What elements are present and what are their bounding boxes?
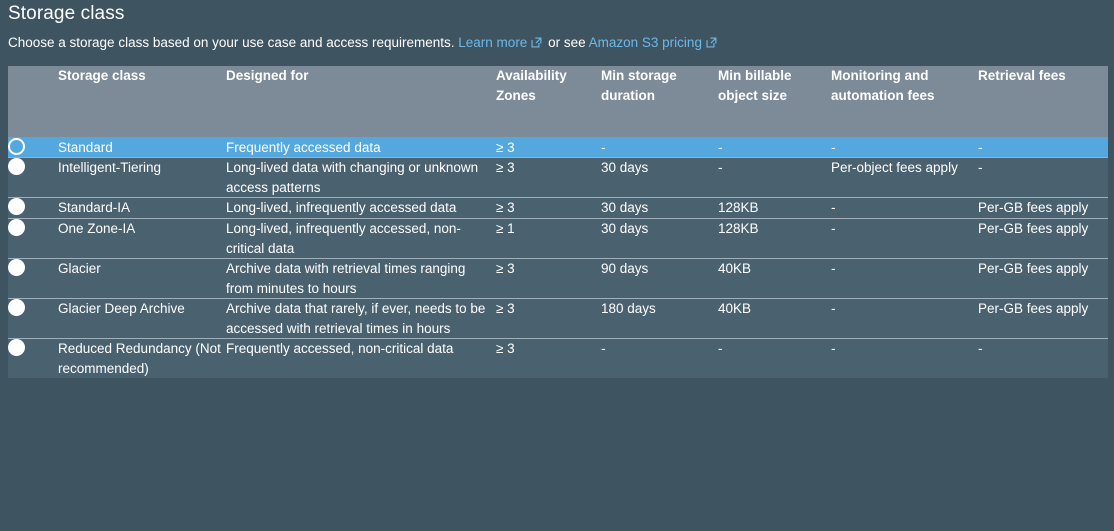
cell-min-billable-object-size: 128KB [718,197,831,219]
cell-min-storage-duration: - [601,139,606,155]
cell-min-billable-object-size: - [718,157,831,198]
cell-retrieval-fees: Per-GB fees apply [978,298,1108,339]
table-row[interactable]: Standard-IA Long-lived, infrequently acce… [8,197,1108,219]
cell-monitoring-and-automation-fees: - [831,258,978,299]
cell-min-storage-duration: 30 days [601,197,718,219]
cell-designed-for: Archive data with retrieval times rangin… [226,258,496,299]
storage-class-page: Storage class Choose a storage class bas… [0,0,1114,531]
cell-storage-class: Reduced Redundancy (Not recommended) [58,338,226,379]
cell-min-storage-duration: 180 days [601,298,718,339]
cell-monitoring-and-automation-fees: - [831,338,978,379]
cell-designed-for: Frequently accessed, non-critical data [226,338,496,379]
cell-retrieval-fees: Per-GB fees apply [978,217,1108,259]
cell-storage-class: Glacier Deep Archive [58,298,226,339]
description-text: Choose a storage class based on your use… [8,35,455,50]
column-header-designed-for: Designed for [226,68,309,84]
radio-button[interactable] [8,299,25,317]
cell-availability-zones: ≥ 3 [496,338,601,379]
cell-min-billable-object-size: - [718,338,831,379]
column-header-monitoring-and-automation-fees: Monitoring and automation fees [831,68,935,103]
column-header-availability-zones: Availability Zones [496,68,567,103]
radio-cell[interactable] [8,298,58,339]
radio-button[interactable] [8,259,25,277]
cell-storage-class: Glacier [58,258,226,299]
column-header-min-billable-object-size: Min billable object size [718,68,792,103]
table-row[interactable]: Glacier Archive data with retrieval times… [8,258,1108,299]
cell-designed-for: Long-lived, infrequently accessed, non-c… [226,217,496,259]
column-header-storage-class: Storage class [58,68,146,84]
cell-monitoring-and-automation-fees: - [831,298,978,339]
cell-min-billable-object-size: 40KB [718,298,831,339]
table-row[interactable]: Glacier Deep Archive Archive data that ra… [8,298,1108,339]
table-body: Standard Frequently accessed data ≥ 3----I… [8,137,1108,379]
cell-storage-class: Standard [58,139,113,155]
radio-button[interactable] [8,158,25,176]
cell-min-billable-object-size: 40KB [718,258,831,299]
page-title: Storage class [8,3,125,24]
external-link-icon [530,36,543,53]
cell-availability-zones: ≥ 1 [496,217,601,259]
radio-cell[interactable] [8,197,58,219]
external-link-icon [705,36,718,53]
cell-designed-for: Frequently accessed data [226,139,381,155]
cell-min-storage-duration: 30 days [601,157,718,198]
table-row[interactable]: Standard Frequently accessed data ≥ 3 - - - - [8,137,1108,158]
cell-retrieval-fees: - [978,139,983,155]
column-header-min-storage-duration: Min storage duration [601,68,677,103]
cell-min-storage-duration: 30 days [601,217,718,259]
column-header-select [8,66,58,137]
s3-pricing-link[interactable]: Amazon S3 pricing [589,35,702,50]
cell-designed-for: Long-lived data with changing or unknown… [226,157,496,198]
table-row[interactable]: Intelligent-Tiering Long-lived data with … [8,157,1108,198]
storage-class-table: Storage class Designed for Availability … [8,66,1108,379]
cell-retrieval-fees: - [978,338,1108,379]
cell-monitoring-and-automation-fees: Per-object fees apply [831,157,978,198]
between-links-text: or see [548,35,586,50]
cell-storage-class: Standard-IA [58,197,226,219]
cell-availability-zones: ≥ 3 [496,258,601,299]
cell-min-storage-duration: - [601,338,718,379]
cell-monitoring-and-automation-fees: - [831,139,836,155]
section-description: Choose a storage class based on your use… [8,35,1114,53]
column-header-retrieval-fees: Retrieval fees [978,68,1066,84]
radio-button[interactable] [8,198,25,216]
cell-storage-class: Intelligent-Tiering [58,157,226,198]
table-header-row: Storage class Designed for Availability … [8,66,1108,138]
cell-min-storage-duration: 90 days [601,258,718,299]
table-row[interactable]: Reduced Redundancy (Not recommended) Freq… [8,338,1108,379]
radio-button-selected[interactable] [8,137,25,155]
learn-more-link[interactable]: Learn more [458,35,527,50]
cell-availability-zones: ≥ 3 [496,197,601,219]
cell-monitoring-and-automation-fees: - [831,197,978,219]
cell-retrieval-fees: - [978,157,1108,198]
cell-availability-zones: ≥ 3 [496,157,601,198]
radio-cell[interactable] [8,338,58,379]
table-header: Storage class Designed for Availability … [8,66,1108,138]
radio-cell[interactable] [8,217,58,259]
cell-monitoring-and-automation-fees: - [831,217,978,259]
cell-storage-class: One Zone-IA [58,217,226,259]
radio-cell[interactable] [8,157,58,198]
section-header: Storage class Choose a storage class bas… [0,0,1114,53]
storage-class-table-wrapper: Storage class Designed for Availability … [8,66,1108,379]
radio-cell[interactable] [8,137,58,158]
cell-availability-zones: ≥ 3 [496,298,601,339]
cell-min-billable-object-size: - [718,139,723,155]
cell-min-billable-object-size: 128KB [718,217,831,259]
radio-button[interactable] [8,218,25,236]
cell-retrieval-fees: Per-GB fees apply [978,197,1108,219]
cell-designed-for: Long-lived, infrequently accessed data [226,197,496,219]
radio-button[interactable] [8,339,25,357]
cell-designed-for: Archive data that rarely, if ever, needs… [226,298,496,339]
cell-retrieval-fees: Per-GB fees apply [978,258,1108,299]
radio-cell[interactable] [8,258,58,299]
table-row[interactable]: One Zone-IA Long-lived, infrequently acce… [8,217,1108,259]
cell-availability-zones: ≥ 3 [496,139,515,155]
